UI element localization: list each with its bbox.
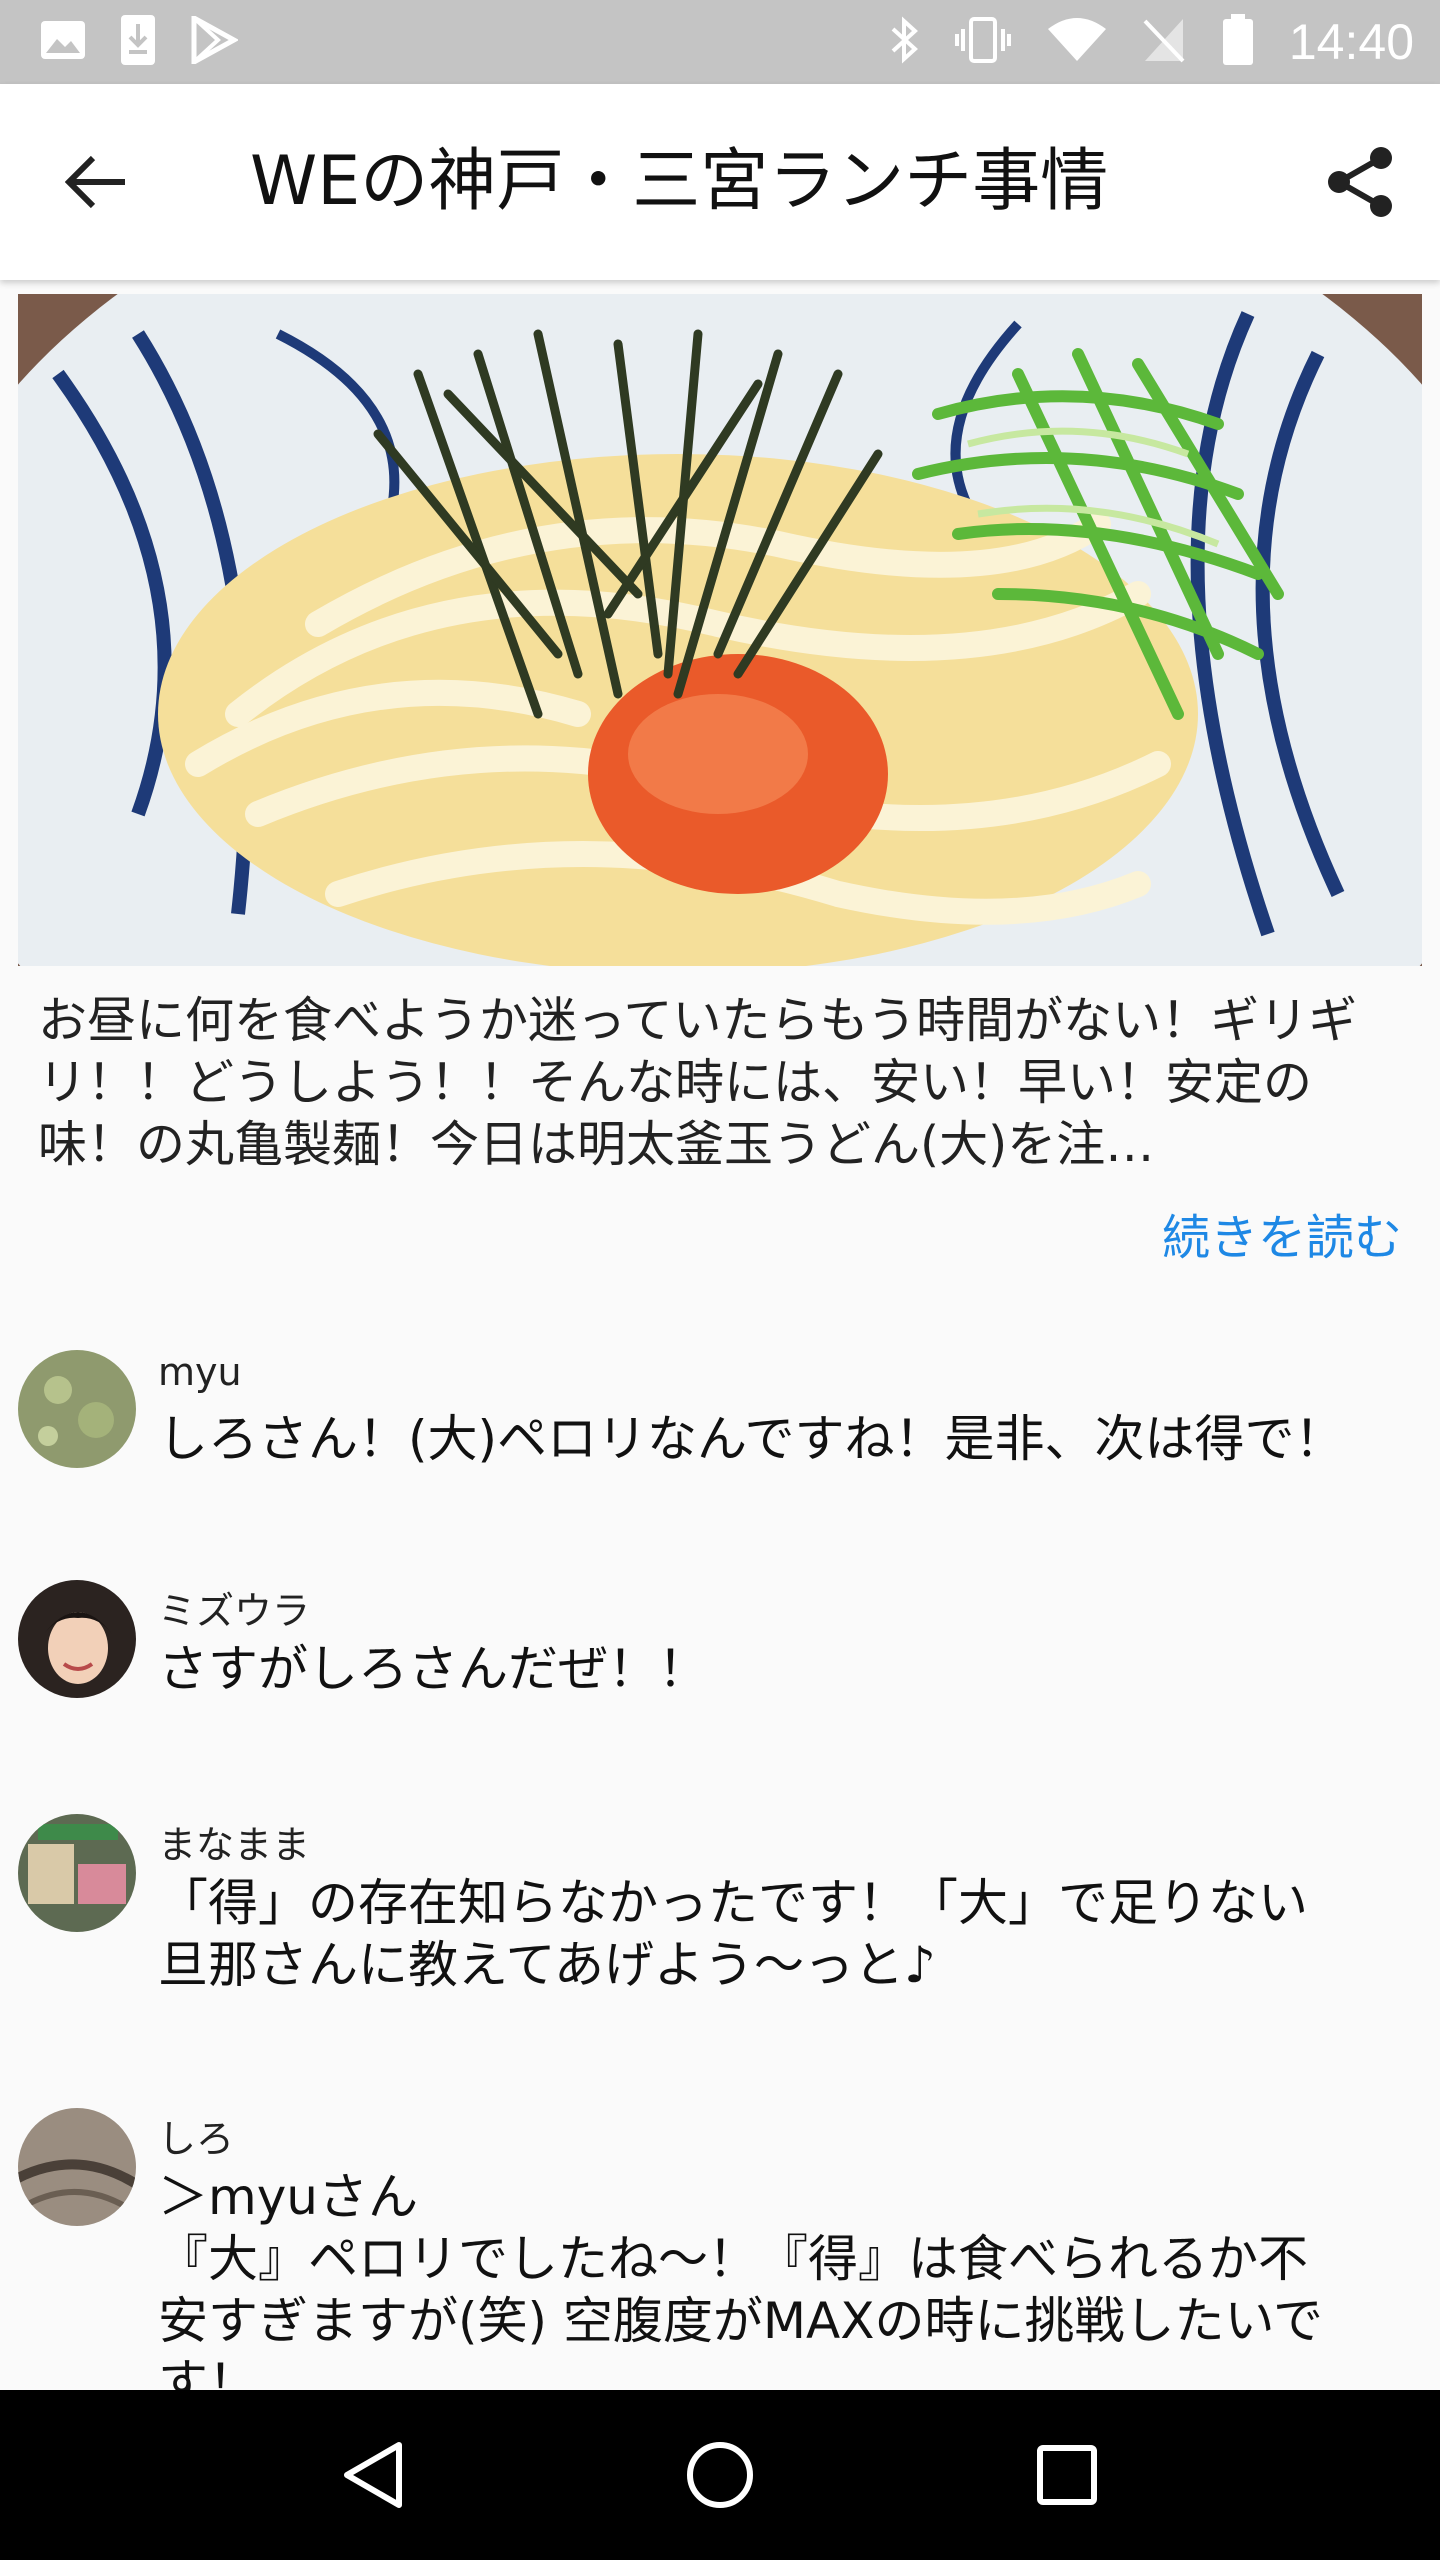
- notification-icons: [40, 13, 240, 70]
- home-circle-icon: [686, 2442, 753, 2508]
- status-bar: 14:40: [0, 0, 1440, 84]
- wifi-icon: [1047, 17, 1107, 67]
- battery-icon: [1221, 13, 1255, 71]
- back-triangle-icon: [344, 2442, 403, 2508]
- image-icon: [40, 20, 86, 64]
- udon-photo-illustration: [18, 294, 1422, 966]
- comment-text: ＞myuさん 『大』ペロリでしたね〜！『得』は食べられるか不 安すぎますが(笑)…: [158, 2168, 1324, 2390]
- comment-item: しろ ＞myuさん 『大』ペロリでしたね〜！『得』は食べられるか不 安すぎますが…: [18, 2108, 1418, 2390]
- comment-item: myu しろさん！(大)ペロリなんですね！是非、次は得で！: [18, 1350, 1418, 1480]
- comment-author: しろ: [158, 2117, 235, 2161]
- avatar[interactable]: [18, 1580, 136, 1698]
- nav-home-button[interactable]: [660, 2415, 780, 2535]
- arrow-back-icon: [65, 155, 125, 209]
- play-store-icon: [190, 13, 240, 68]
- comment-item: ミズウラ さすがしろさんだぜ！！: [18, 1580, 1418, 1710]
- avatar[interactable]: [18, 2108, 136, 2226]
- comment-author: まなまま: [158, 1823, 311, 1867]
- nav-recents-button[interactable]: [1007, 2415, 1127, 2535]
- read-more-link[interactable]: 続きを読む: [1162, 1198, 1402, 1268]
- system-icons: 14:40: [889, 13, 1414, 71]
- comment-text: 「得」の存在知らなかったです！「大」で足りない 旦那さんに教えてあげよう〜っと♪: [158, 1874, 1308, 1994]
- post-photo[interactable]: [18, 294, 1422, 966]
- post-body: お昼に何を食べようか迷っていたらもう時間がない！ギリギリ！！どうしよう！！そんな…: [38, 992, 1358, 1173]
- recents-square-icon: [1036, 2445, 1097, 2505]
- comment-text: しろさん！(大)ペロリなんですね！是非、次は得で！: [158, 1410, 1345, 1468]
- download-icon: [120, 14, 156, 70]
- no-sim-icon: [1141, 15, 1187, 69]
- comment-author: ミズウラ: [158, 1589, 311, 1633]
- clock: 14:40: [1288, 14, 1414, 70]
- app-bar: WEの神戸・三宮ランチ事情: [0, 84, 1440, 280]
- bluetooth-icon: [889, 15, 919, 69]
- back-button[interactable]: [56, 142, 136, 222]
- comment-item: まなまま 「得」の存在知らなかったです！「大」で足りない 旦那さんに教えてあげよ…: [18, 1814, 1418, 2014]
- vibrate-icon: [953, 15, 1013, 69]
- post-content: お昼に何を食べようか迷っていたらもう時間がない！ギリギリ！！どうしよう！！そんな…: [0, 280, 1440, 2390]
- avatar[interactable]: [18, 1814, 136, 1932]
- share-icon: [1328, 147, 1392, 217]
- share-button[interactable]: [1320, 142, 1400, 222]
- avatar[interactable]: [18, 1350, 136, 1468]
- comment-author: myu: [158, 1350, 242, 1394]
- nav-back-button[interactable]: [313, 2415, 433, 2535]
- comment-text: さすがしろさんだぜ！！: [158, 1640, 708, 1698]
- system-nav-bar: [0, 2390, 1440, 2560]
- page-title: WEの神戸・三宮ランチ事情: [250, 142, 1109, 221]
